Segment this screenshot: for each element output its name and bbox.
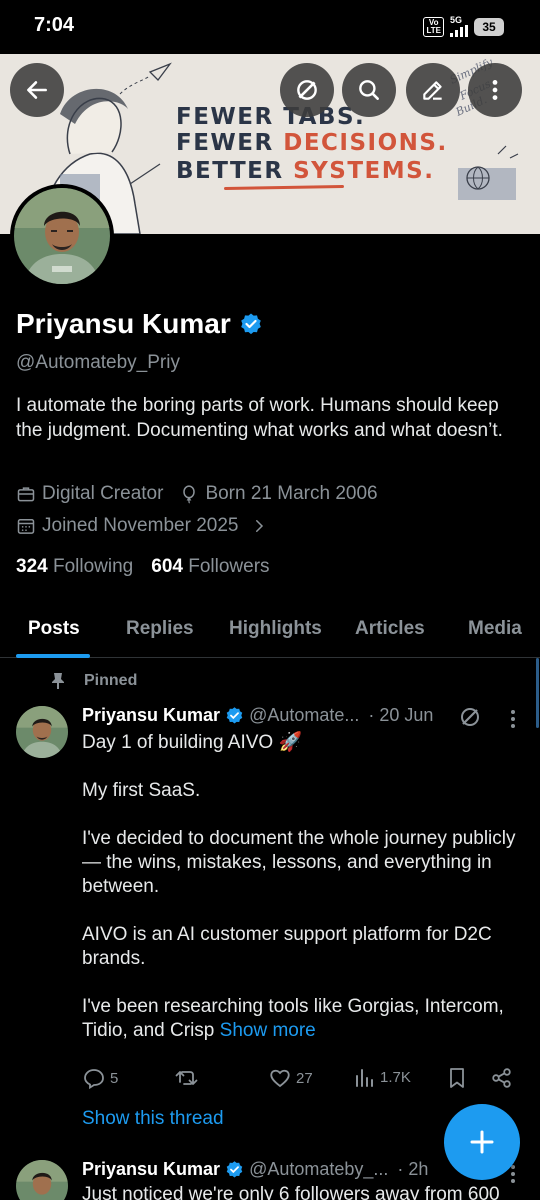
post-header: Priyansu Kumar @Automateby_... · 2h [82, 1159, 428, 1180]
banner-line-2: FEWER DECISIONS. [176, 130, 448, 156]
avatar-image [16, 706, 68, 758]
plus-icon [470, 1130, 494, 1154]
post-author[interactable]: Priyansu Kumar [82, 1159, 220, 1180]
profile-handle: @Automateby_Priy [16, 352, 180, 373]
profile-tabs: Posts Replies Highlights Articles Media [0, 606, 540, 658]
grok-icon [297, 80, 317, 100]
profile-name: Priyansu Kumar [16, 308, 263, 340]
profile-meta-row-2[interactable]: Joined November 2025 [16, 515, 268, 537]
heart-icon [270, 1069, 290, 1088]
profile-meta-row-1: Digital Creator Born 21 March 2006 [16, 483, 378, 505]
more-options-button[interactable] [468, 63, 522, 117]
verified-badge-icon [226, 1161, 243, 1178]
reply-button[interactable]: 5 [82, 1066, 118, 1090]
repost-button[interactable] [174, 1066, 200, 1090]
post-paragraph: AIVO is an AI customer support platform … [82, 924, 492, 969]
status-icons: Vo LTE 5G 35 [423, 16, 504, 37]
post-paragraph: I've decided to document the whole journ… [82, 828, 516, 897]
like-button[interactable]: 27 [268, 1066, 313, 1090]
follow-counts: 324 Following 604 Followers [16, 556, 270, 578]
scroll-indicator [536, 658, 539, 728]
profile-joined: Joined November 2025 [42, 515, 239, 536]
post-handle: @Automate... [249, 705, 360, 725]
verified-badge-icon [226, 707, 243, 724]
profile-name-text: Priyansu Kumar [16, 308, 231, 339]
post-avatar[interactable] [16, 706, 68, 758]
battery-icon: 35 [474, 17, 504, 36]
tab-replies[interactable]: Replies [126, 618, 194, 640]
tab-highlights[interactable]: Highlights [229, 618, 322, 640]
compose-post-button[interactable] [444, 1104, 520, 1180]
calendar-icon [17, 519, 35, 534]
balloon-icon [183, 485, 196, 504]
back-button[interactable] [10, 63, 64, 117]
edit-icon [423, 81, 442, 100]
post-handle: @Automateby_... [249, 1159, 389, 1179]
status-bar: 7:04 Vo LTE 5G 35 [0, 0, 540, 54]
tab-media[interactable]: Media [468, 618, 522, 640]
post-body: Day 1 of building AIVO 🚀 My first SaaS. … [82, 731, 522, 1043]
grok-icon[interactable] [458, 705, 482, 729]
post-paragraph: I've been researching tools like Gorgias… [82, 996, 504, 1041]
views-chart-icon [356, 1069, 373, 1087]
search-button[interactable] [342, 63, 396, 117]
followers-link[interactable]: 604 Followers [151, 556, 269, 578]
bookmark-icon [450, 1068, 464, 1088]
post-paragraph: Day 1 of building AIVO 🚀 [82, 732, 303, 753]
post-more-icon[interactable] [511, 710, 515, 728]
post-header: Priyansu Kumar @Automate... · 20 Jun [82, 705, 433, 726]
post-author[interactable]: Priyansu Kumar [82, 705, 220, 726]
post-time: · 2h [397, 1159, 429, 1179]
search-icon [359, 80, 379, 100]
share-icon [492, 1068, 511, 1088]
more-icon [492, 80, 498, 100]
following-link[interactable]: 324 Following [16, 556, 133, 578]
avatar-image [16, 1160, 68, 1200]
pin-icon [52, 673, 64, 689]
tab-articles[interactable]: Articles [355, 618, 425, 640]
tab-posts[interactable]: Posts [28, 618, 80, 640]
post-more-icon[interactable] [511, 1165, 515, 1183]
grok-button[interactable] [280, 63, 334, 117]
banner-line-3: BETTER SYSTEMS. [176, 158, 435, 184]
profile-birthday: Born 21 March 2006 [205, 483, 378, 504]
edit-button[interactable] [406, 63, 460, 117]
profile-category: Digital Creator [42, 483, 164, 504]
profile-bio: I automate the boring parts of work. Hum… [16, 395, 503, 441]
post-avatar[interactable] [16, 1160, 68, 1200]
show-thread-link[interactable]: Show this thread [82, 1108, 224, 1130]
repost-icon [175, 1071, 198, 1085]
volte-icon: Vo LTE [423, 16, 444, 37]
post-text: Just noticed we're only 6 followers away… [82, 1184, 500, 1200]
views-button[interactable]: 1.7K [354, 1066, 411, 1088]
signal-icon: 5G [450, 16, 468, 37]
back-arrow-icon [27, 81, 47, 99]
show-more-link[interactable]: Show more [220, 1020, 316, 1041]
briefcase-icon [17, 487, 35, 502]
banner-line-1: FEWER TABS. [176, 104, 366, 130]
reply-icon [84, 1069, 104, 1090]
avatar-image [14, 188, 110, 284]
post-time: · 20 Jun [368, 705, 434, 725]
active-tab-indicator [16, 654, 90, 658]
share-button[interactable] [490, 1066, 514, 1090]
chevron-right-icon [256, 520, 264, 532]
post-actions: 5 27 1.7K [82, 1066, 522, 1092]
pinned-label: Pinned [50, 672, 137, 690]
verified-badge-icon[interactable] [239, 312, 263, 336]
status-time: 7:04 [34, 14, 75, 36]
bookmark-button[interactable] [446, 1066, 468, 1090]
post-paragraph: My first SaaS. [82, 780, 201, 801]
profile-avatar[interactable] [10, 184, 114, 288]
